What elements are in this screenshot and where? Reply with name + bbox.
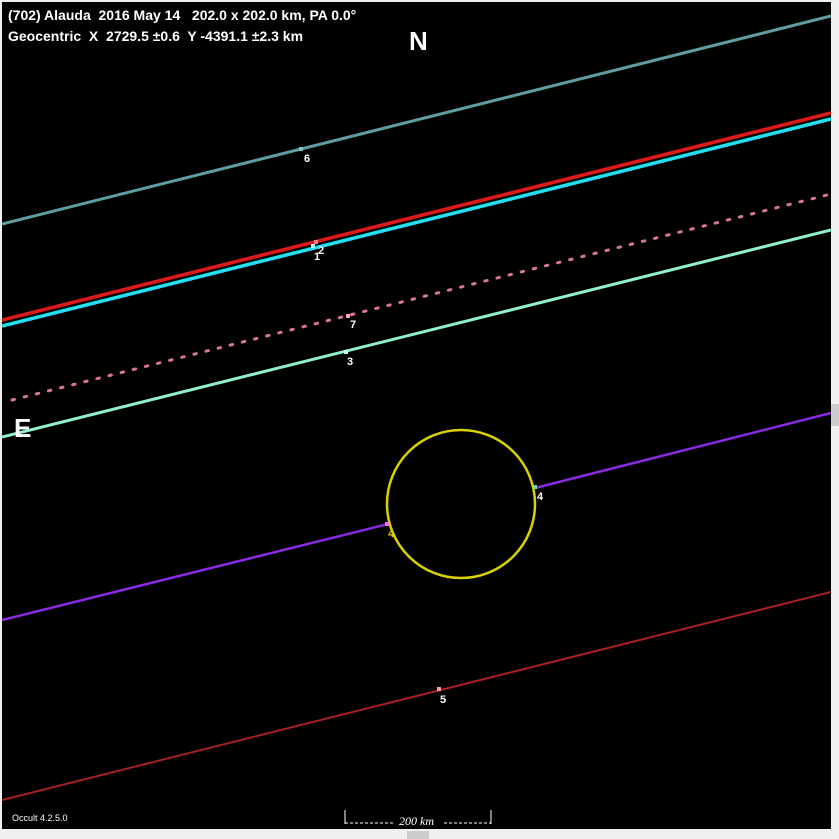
header-geocentric: Geocentric X 2729.5 ±0.6 Y -4391.1 ±2.3 …	[8, 28, 304, 44]
north-indicator: N	[409, 26, 428, 56]
asteroid-outline	[385, 428, 537, 580]
chord-2-line	[2, 111, 831, 322]
chord-6-marker	[299, 147, 303, 151]
chord-1-marker	[311, 244, 315, 248]
chord-1-line	[2, 117, 831, 328]
chord-4-line-left	[2, 522, 389, 622]
chord-4-marker-r	[533, 485, 537, 489]
occultation-plot: 6 2 1 7 3 4 4 5 (702) Alauda 2016 May 14…	[2, 2, 831, 829]
east-indicator: E	[14, 413, 32, 443]
chord-4-line-right	[534, 411, 831, 490]
chord-5-marker	[437, 687, 441, 691]
chord-7-label: 7	[350, 319, 356, 331]
chord-6-label: 6	[304, 153, 310, 165]
chord-5-line	[2, 591, 831, 801]
header-title: (702) Alauda 2016 May 14 202.0 x 202.0 k…	[8, 7, 357, 23]
chord-3-line	[2, 228, 831, 439]
chord-4-label-r: 4	[537, 491, 544, 503]
chord-diagram: 6 2 1 7 3 4 4 5	[2, 14, 831, 824]
chord-3-label: 3	[347, 356, 353, 368]
chord-1-label: 1	[314, 251, 320, 263]
chord-4-label-d: 4	[388, 528, 395, 540]
horizontal-scrollbar-thumb[interactable]	[407, 831, 429, 839]
chord-7-line	[10, 192, 831, 402]
chord-5-label: 5	[440, 694, 446, 706]
chord-3-marker	[344, 350, 348, 354]
chord-7-marker	[346, 314, 350, 318]
chord-4-marker-d	[385, 522, 389, 526]
version-label: Occult 4.2.5.0	[12, 813, 68, 823]
scale-bar-label: 200 km	[399, 814, 434, 828]
chord-2-marker	[314, 240, 318, 244]
vertical-scrollbar-thumb[interactable]	[831, 404, 839, 426]
